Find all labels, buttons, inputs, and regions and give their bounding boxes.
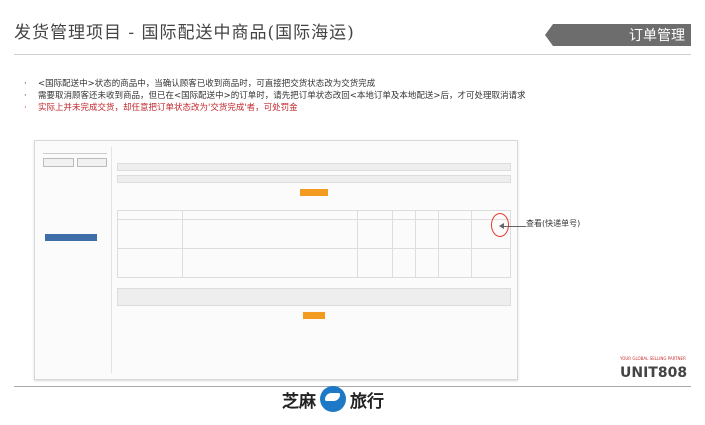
note-item: · 需要取消顾客还未收到商品，但已在<国际配送中>的订单时，请先把订单状态改回<本… bbox=[24, 91, 526, 101]
apply-button bbox=[303, 312, 325, 319]
partner-logo-text: UNIT808 bbox=[620, 365, 688, 381]
sidebar-item bbox=[45, 171, 111, 178]
partner-logo-tagline: YOUR GLOBAL SELLING PARTNER bbox=[620, 356, 686, 361]
brand-text-left: 芝麻 bbox=[282, 391, 316, 412]
sidebar-button bbox=[76, 158, 107, 167]
table-header-row bbox=[117, 210, 511, 220]
note-text: 实际上并未完成交货，却任意把订单状态改为'交货完成'者，可处罚金 bbox=[38, 103, 298, 113]
sidebar-item bbox=[45, 241, 111, 248]
embedded-main bbox=[117, 147, 511, 373]
search-bar bbox=[117, 175, 511, 183]
note-item: · <国际配送中>状态的商品中，当确认顾客已收到商品时，可直接把交货状态改为交货完… bbox=[24, 79, 376, 89]
sidebar-item bbox=[45, 199, 111, 206]
notes-list: · <国际配送中>状态的商品中，当确认顾客已收到商品时，可直接把交货状态改为交货完… bbox=[24, 78, 526, 114]
sidebar-menu bbox=[39, 171, 111, 262]
sidebar-buttons bbox=[39, 158, 111, 167]
search-bar bbox=[117, 163, 511, 171]
order-table bbox=[117, 210, 511, 278]
globe-plane-icon bbox=[320, 386, 346, 412]
sidebar-item bbox=[45, 227, 111, 234]
sidebar-item-active bbox=[45, 234, 97, 241]
note-item: · 实际上并未完成交货，却任意把订单状态改为'交货完成'者，可处罚金 bbox=[24, 103, 298, 113]
callout-label: 查看(快递单号) bbox=[526, 219, 581, 228]
sidebar-item bbox=[45, 185, 111, 192]
sidebar-divider bbox=[43, 153, 107, 154]
brand-text-right: 旅行 bbox=[350, 391, 384, 412]
table-row bbox=[117, 219, 511, 249]
sidebar-item bbox=[45, 206, 111, 213]
section-badge: 订单管理 bbox=[545, 24, 691, 46]
partner-logo: YOUR GLOBAL SELLING PARTNER UNIT808 bbox=[620, 356, 688, 381]
note-text: 需要取消顾客还未收到商品，但已在<国际配送中>的订单时，请先把订单状态改回<本地… bbox=[38, 91, 526, 101]
sidebar-item bbox=[45, 248, 111, 255]
sidebar-item bbox=[45, 192, 111, 199]
table-row bbox=[117, 248, 511, 278]
sidebar-item bbox=[45, 213, 111, 220]
arrow-left-icon bbox=[499, 223, 526, 229]
page-title: 发货管理项目 - 国际配送中商品(国际海运) bbox=[14, 23, 355, 43]
embedded-admin-screenshot bbox=[34, 140, 518, 380]
sidebar-item bbox=[45, 178, 111, 185]
embedded-sidebar bbox=[39, 147, 112, 373]
search-button bbox=[300, 189, 328, 196]
brand-logo: 芝麻 旅行 bbox=[282, 386, 384, 412]
status-change-bar bbox=[117, 288, 511, 306]
title-rule bbox=[14, 54, 691, 55]
sidebar-item bbox=[45, 220, 111, 227]
note-text: <国际配送中>状态的商品中，当确认顾客已收到商品时，可直接把交货状态改为交货完成 bbox=[38, 79, 376, 89]
sidebar-item bbox=[45, 255, 111, 262]
sidebar-button bbox=[43, 158, 74, 167]
